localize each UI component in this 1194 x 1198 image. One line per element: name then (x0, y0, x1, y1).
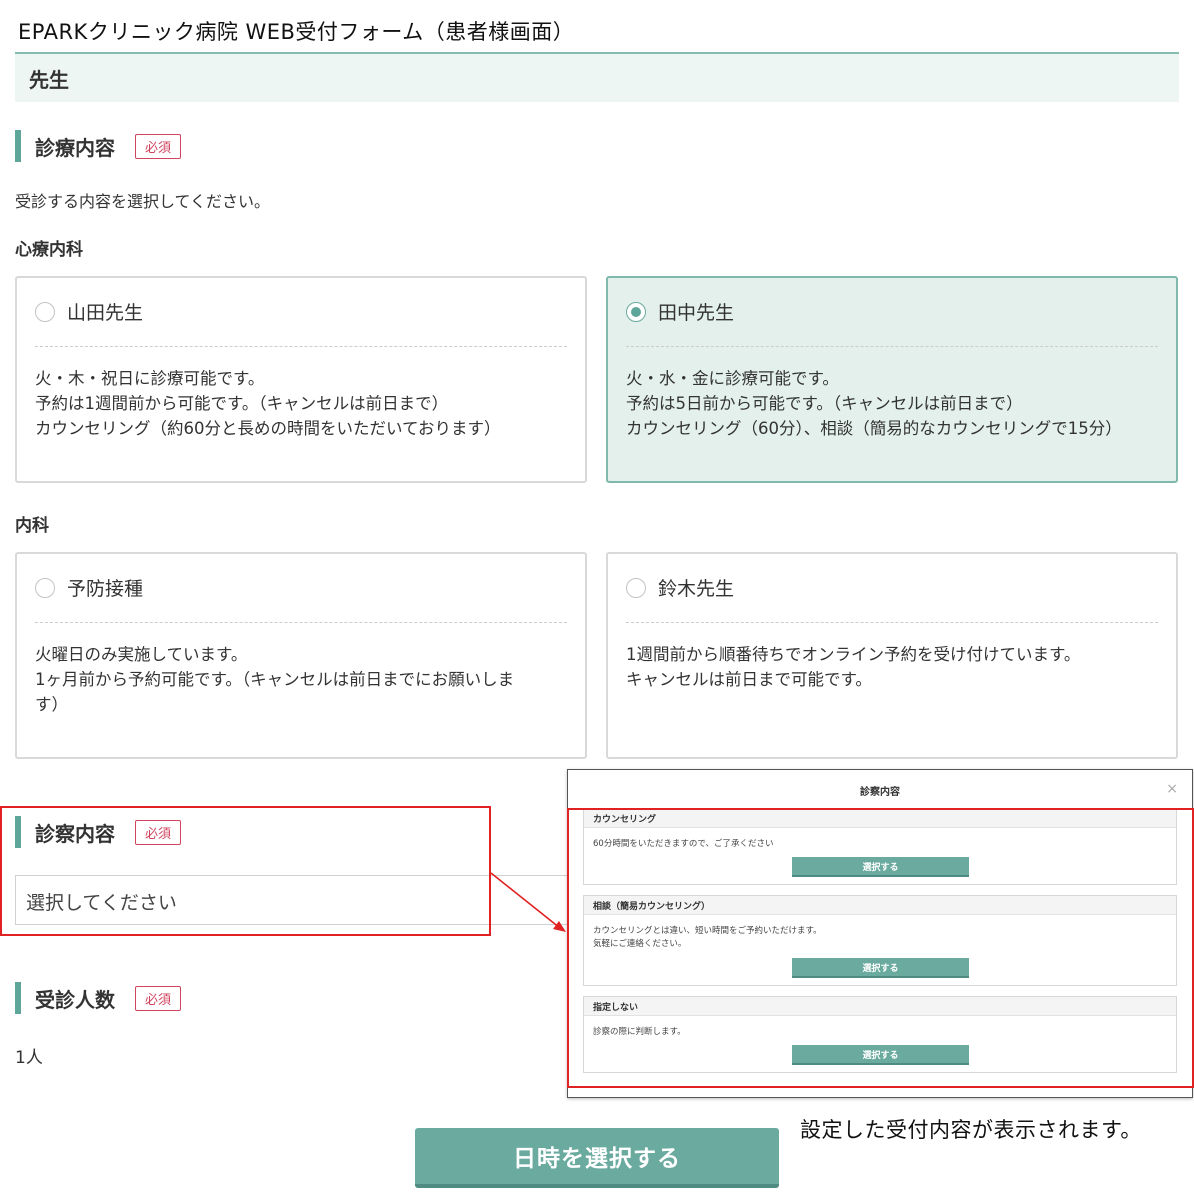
heading-accent-bar (15, 982, 21, 1014)
consultation-instruction: 受診する内容を選択してください。 (15, 192, 271, 211)
doctor-header: 先生 (15, 52, 1179, 102)
card-description-line: カウンセリング（60分）、相談（簡易的なカウンセリングで15分） (626, 419, 1122, 438)
card-description: 火・木・祝日に診療可能です。 予約は1週間前から可能です。（キャンセルは前日まで… (35, 366, 567, 441)
card-description: 1週間前から順番待ちでオンライン予約を受け付けています。 キャンセルは前日まで可… (626, 642, 1158, 692)
page-title: EPARKクリニック病院 WEB受付フォーム（患者様画面） (18, 20, 575, 44)
consultation-section-heading: 診療内容 必須 (15, 130, 182, 162)
doctor-label: 先生 (29, 68, 69, 92)
card-description: 火曜日のみ実施しています。 1ヶ月前から予約可能です。（キャンセルは前日までにお… (35, 642, 567, 717)
patients-title: 受診人数 (35, 987, 115, 1012)
radio-button[interactable] (35, 577, 55, 598)
card-divider (626, 346, 1158, 347)
card-description-line: 1ヶ月前から予約可能です。（キャンセルは前日までにお願いしま (35, 670, 515, 689)
required-badge: 必須 (135, 985, 182, 1011)
category-label: 心療内科 (15, 240, 83, 260)
card-name: 山田先生 (67, 302, 144, 324)
card-name: 予防接種 (67, 578, 144, 600)
card-divider (35, 346, 567, 347)
card-description-line: 火・水・金に診療可能です。 (626, 369, 839, 388)
consultation-card-tanaka[interactable]: 田中先生 火・水・金に診療可能です。 予約は5日前から可能です。（キャンセルは前… (606, 276, 1178, 483)
card-description-line: キャンセルは前日まで可能です。 (626, 670, 872, 689)
consultation-card-vaccination[interactable]: 予防接種 火曜日のみ実施しています。 1ヶ月前から予約可能です。（キャンセルは前… (15, 552, 587, 759)
category-label: 内科 (15, 516, 49, 536)
radio-button-checked[interactable] (626, 301, 646, 322)
heading-accent-bar (15, 130, 21, 162)
radio-button[interactable] (35, 301, 55, 322)
card-description-line: 1週間前から順番待ちでオンライン予約を受け付けています。 (626, 645, 1081, 664)
patient-count: 1人 (15, 1048, 43, 1068)
highlight-frame (0, 806, 491, 936)
consultation-card-suzuki[interactable]: 鈴木先生 1週間前から順番待ちでオンライン予約を受け付けています。 キャンセルは… (606, 552, 1178, 759)
close-icon[interactable]: × (1166, 781, 1178, 797)
card-description-line: 火・木・祝日に診療可能です。 (35, 369, 265, 388)
patients-section-heading: 受診人数 必須 (15, 982, 182, 1014)
modal-highlight-frame (567, 808, 1194, 1088)
modal-title: 診察内容 (860, 787, 900, 798)
card-description-line: 火曜日のみ実施しています。 (35, 645, 248, 664)
card-description-line: す） (35, 695, 68, 714)
card-divider (35, 622, 567, 623)
callout-caption: 設定した受付内容が表示されます。 (800, 1118, 1142, 1142)
card-description-line: カウンセリング（約60分と長めの時間をいただいております） (35, 419, 501, 438)
exam-modal: 診察内容 × カウンセリング 60分時間をいただきますので、ご了承ください 選択… (567, 769, 1194, 1098)
consultation-card-yamada[interactable]: 山田先生 火・木・祝日に診療可能です。 予約は1週間前から可能です。（キャンセル… (15, 276, 587, 483)
card-description-line: 予約は5日前から可能です。（キャンセルは前日まで） (626, 394, 1023, 413)
card-divider (626, 622, 1158, 623)
select-datetime-button[interactable]: 日時を選択する (415, 1128, 779, 1188)
card-name: 田中先生 (658, 302, 735, 324)
card-description-line: 予約は1週間前から可能です。（キャンセルは前日まで） (35, 394, 449, 413)
consultation-title: 診療内容 (35, 135, 115, 160)
radio-button[interactable] (626, 577, 646, 598)
card-name: 鈴木先生 (658, 578, 735, 600)
required-badge: 必須 (135, 133, 182, 159)
card-description: 火・水・金に診療可能です。 予約は5日前から可能です。（キャンセルは前日まで） … (626, 366, 1158, 441)
